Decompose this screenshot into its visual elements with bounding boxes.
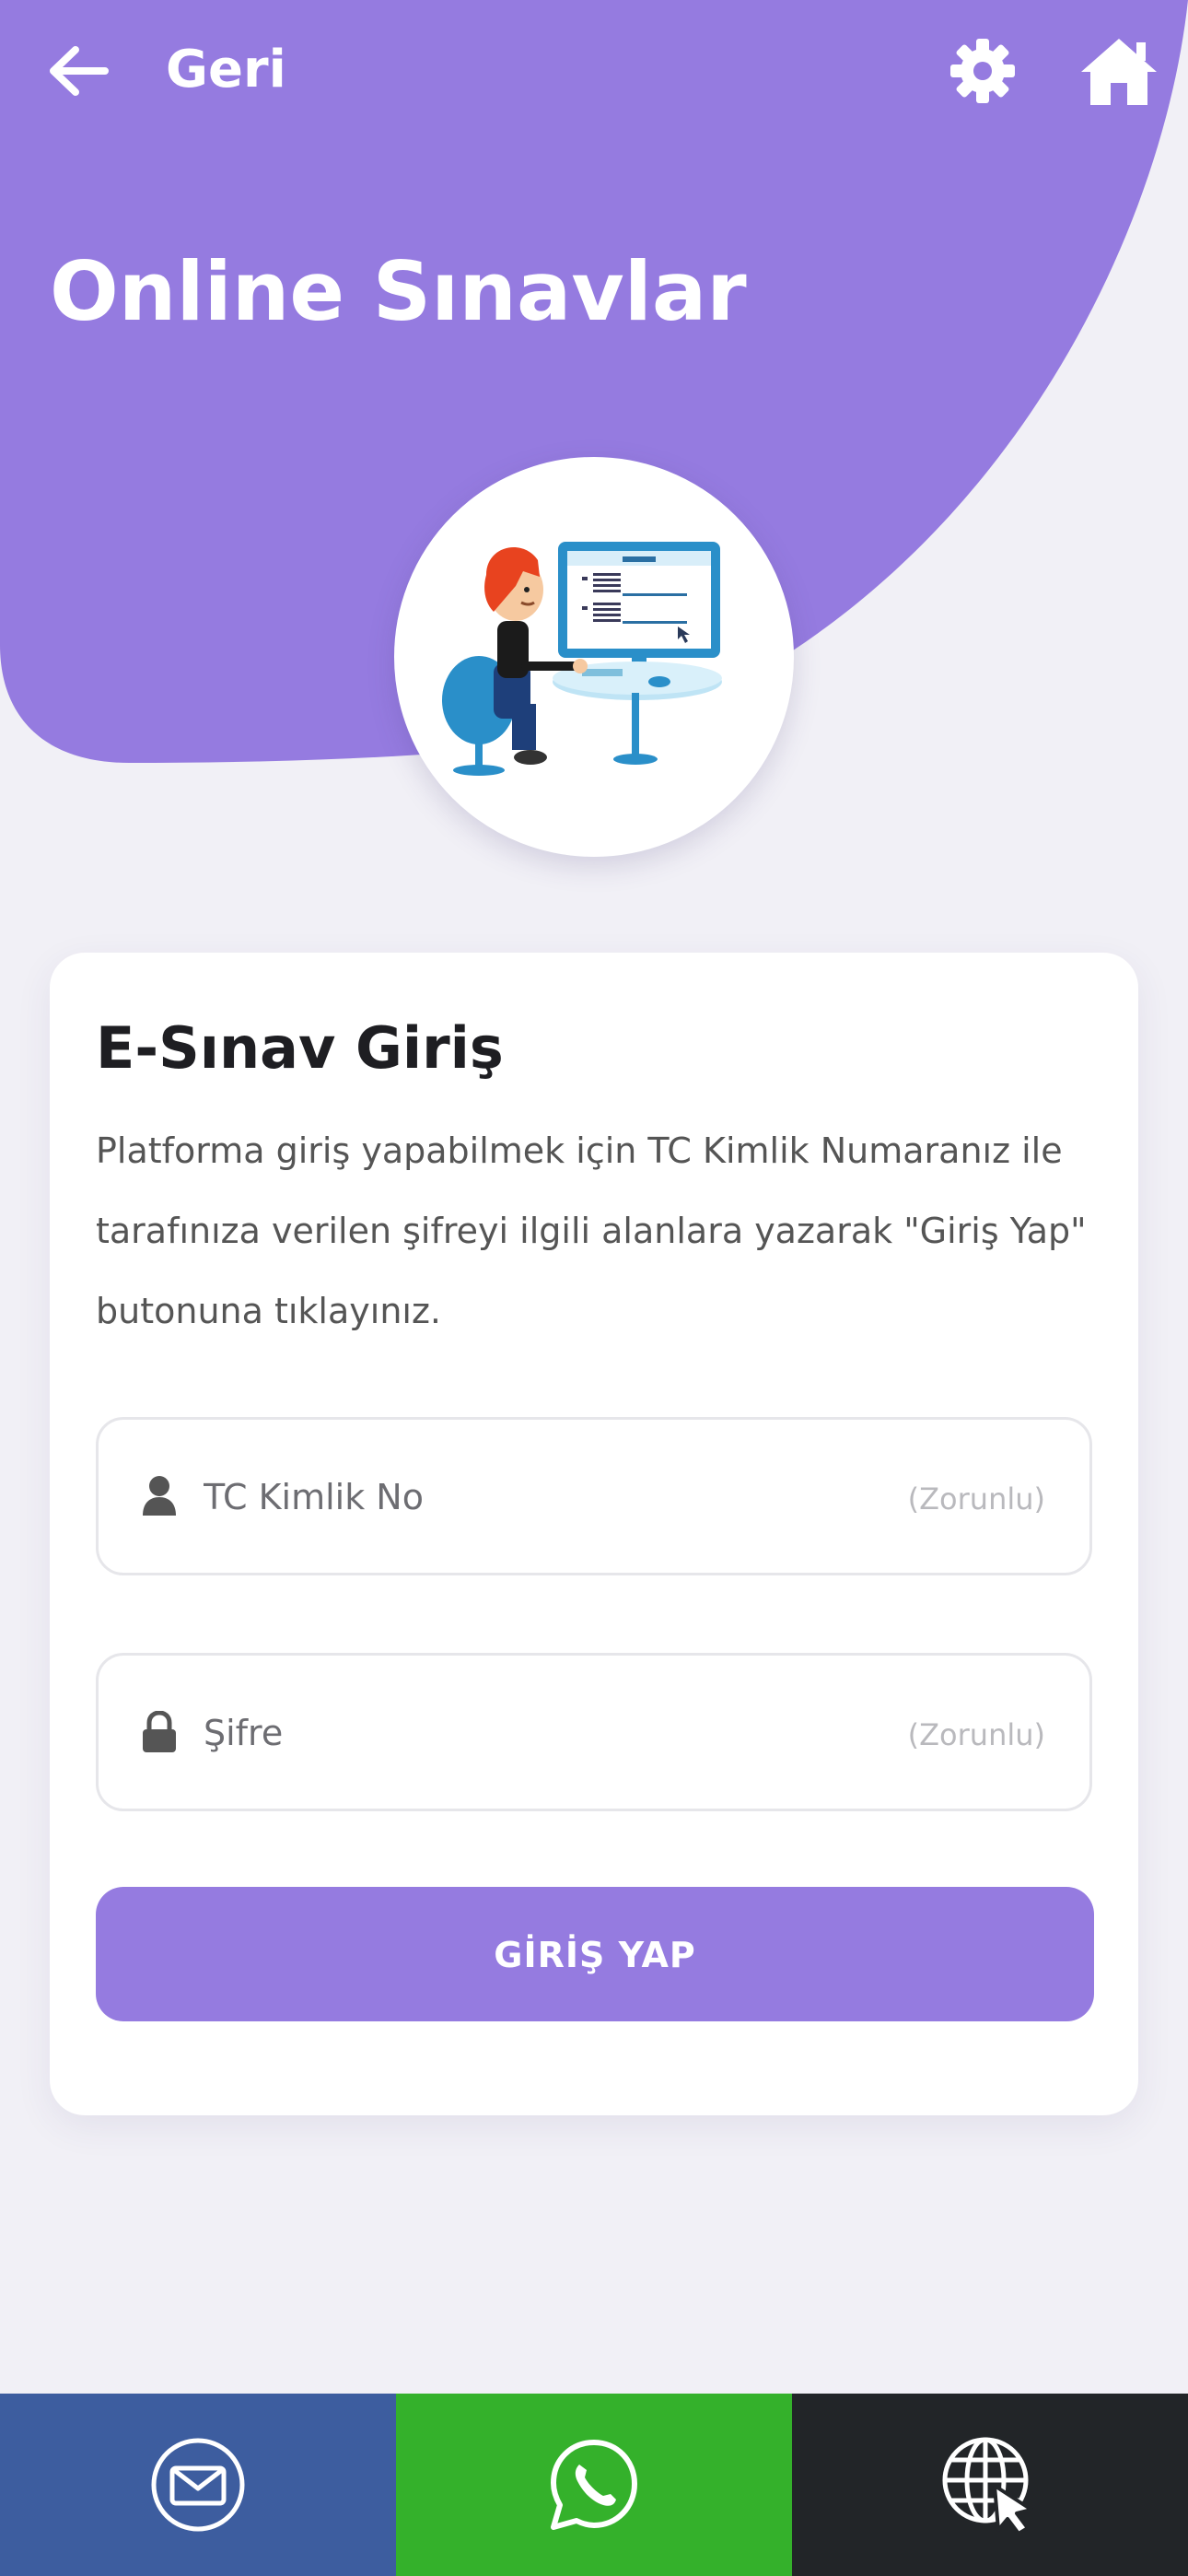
- card-title: E-Sınav Giriş: [96, 1014, 504, 1082]
- top-bar: Geri: [0, 0, 1188, 147]
- card-description: Platforma giriş yapabilmek için TC Kimli…: [96, 1130, 1087, 1331]
- website-button[interactable]: [792, 2394, 1188, 2576]
- user-icon: [143, 1476, 176, 1516]
- back-arrow-icon[interactable]: [46, 42, 111, 100]
- lock-icon: [143, 1711, 176, 1752]
- login-card: E-Sınav Giriş Platforma giriş yapabilmek…: [50, 953, 1138, 2115]
- whatsapp-icon: [551, 2440, 637, 2530]
- mail-icon: [151, 2438, 245, 2532]
- globe-cursor-icon: [942, 2437, 1033, 2535]
- gear-icon[interactable]: [949, 37, 1017, 105]
- tc-field[interactable]: (Zorunlu): [96, 1417, 1092, 1575]
- quiz-computer-illustration: [442, 542, 722, 776]
- whatsapp-button[interactable]: [396, 2394, 792, 2576]
- illustration-circle: [394, 457, 794, 857]
- page-title: Online Sınavlar: [50, 244, 747, 339]
- tc-kimlik-input[interactable]: [202, 1457, 850, 1538]
- back-button-label[interactable]: Geri: [166, 37, 286, 103]
- bottom-contact-bar: [0, 2394, 1188, 2576]
- password-field[interactable]: (Zorunlu): [96, 1653, 1092, 1811]
- tc-required-label: (Zorunlu): [907, 1481, 1045, 1516]
- mail-button[interactable]: [0, 2394, 396, 2576]
- home-icon[interactable]: [1079, 35, 1159, 107]
- login-button[interactable]: GİRİŞ YAP: [96, 1887, 1094, 2021]
- password-input[interactable]: [202, 1692, 850, 1774]
- password-required-label: (Zorunlu): [907, 1717, 1045, 1752]
